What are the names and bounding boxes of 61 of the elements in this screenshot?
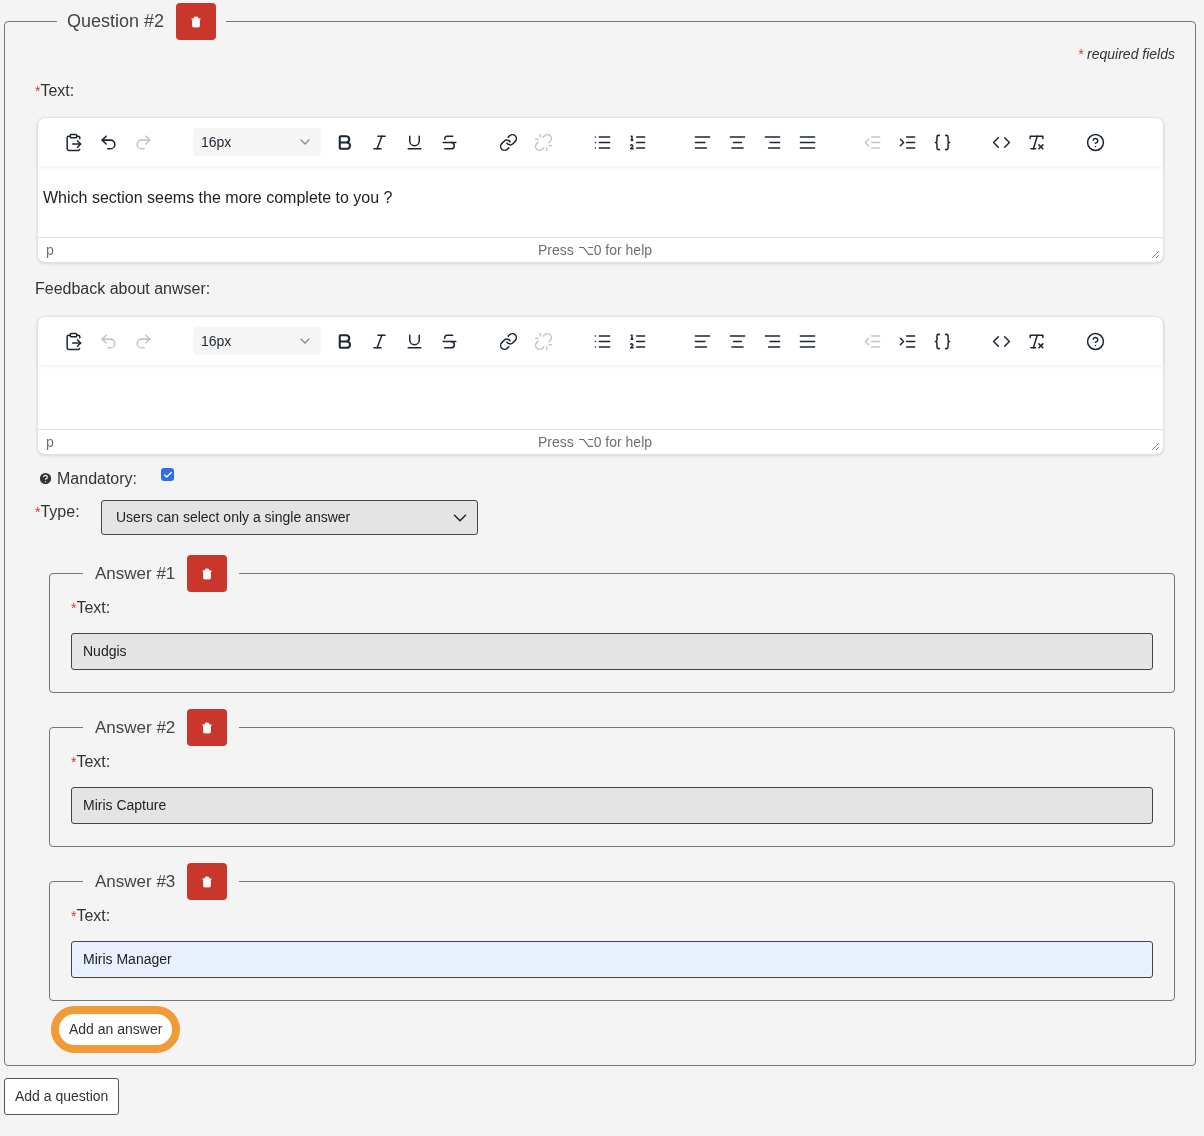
numbered-list-icon — [628, 132, 647, 152]
mandatory-checkbox[interactable] — [161, 468, 175, 481]
link-icon — [499, 331, 518, 351]
field-label: *Type: — [35, 502, 81, 522]
type-select[interactable]: Users can select only a single answer — [101, 500, 478, 535]
answer-title: Answer #3 — [95, 870, 176, 893]
braces-icon — [933, 132, 952, 152]
help-hint: Press ⌥0 for help — [538, 432, 653, 452]
italic-icon — [370, 331, 389, 351]
trash-icon — [190, 15, 203, 28]
delete-button[interactable] — [187, 555, 228, 592]
clear-formatting-icon — [1027, 331, 1046, 351]
element-path: p — [46, 240, 54, 260]
braces-icon — [933, 331, 952, 351]
delete-button[interactable] — [176, 3, 217, 40]
paste-icon — [64, 331, 83, 351]
strikethrough-icon — [440, 331, 459, 351]
font-size-select[interactable]: 16px — [193, 128, 321, 156]
strikethrough-icon — [440, 132, 459, 152]
help-icon — [1086, 331, 1105, 351]
font-size-select[interactable]: 16px — [193, 327, 321, 355]
answer-title: Answer #1 — [95, 562, 176, 585]
answer-title: Answer #2 — [95, 716, 176, 739]
link-icon — [499, 132, 518, 152]
trash-icon — [201, 875, 214, 888]
unlink-icon — [534, 132, 553, 152]
field-label: *Text: — [35, 81, 76, 101]
add-answer-button[interactable]: Add an answer — [51, 1006, 181, 1053]
check-icon — [162, 469, 173, 480]
numbered-list-icon — [628, 331, 647, 351]
required-note: * required fields — [1077, 45, 1175, 64]
underline-icon — [405, 331, 424, 351]
question-title: Question #2 — [67, 10, 165, 33]
trash-icon — [201, 567, 214, 580]
mandatory-label: Mandatory: — [57, 469, 138, 489]
help-icon — [38, 471, 53, 486]
element-path: p — [46, 432, 54, 452]
italic-icon — [370, 132, 389, 152]
add-question-button[interactable]: Add a question — [4, 1078, 120, 1115]
answer-input[interactable]: Miris Manager — [71, 941, 1153, 978]
answer-input[interactable]: Nudgis — [71, 633, 1153, 670]
help-hint: Press ⌥0 for help — [538, 240, 653, 260]
field-label: *Text: — [71, 906, 112, 926]
trash-icon — [201, 721, 214, 734]
help-icon — [1086, 132, 1105, 152]
underline-icon — [405, 132, 424, 152]
unlink-icon — [534, 331, 553, 351]
clear-formatting-icon — [1027, 132, 1046, 152]
field-label: *Text: — [71, 752, 112, 772]
paste-icon — [64, 132, 83, 152]
delete-button[interactable] — [187, 863, 228, 900]
editor-text: Which section seems the more complete to you ? — [43, 188, 394, 208]
editor-content[interactable]: Which section seems the more complete to you ? — [38, 166, 1163, 237]
resize-handle-icon — [1150, 249, 1160, 259]
field-label: Feedback about anwser: — [35, 279, 212, 299]
field-label: *Text: — [71, 598, 112, 618]
delete-button[interactable] — [187, 709, 228, 746]
redo-icon — [134, 132, 153, 152]
answer-input[interactable]: Miris Capture — [71, 787, 1153, 824]
redo-icon — [134, 331, 153, 351]
resize-handle-icon — [1150, 441, 1160, 451]
